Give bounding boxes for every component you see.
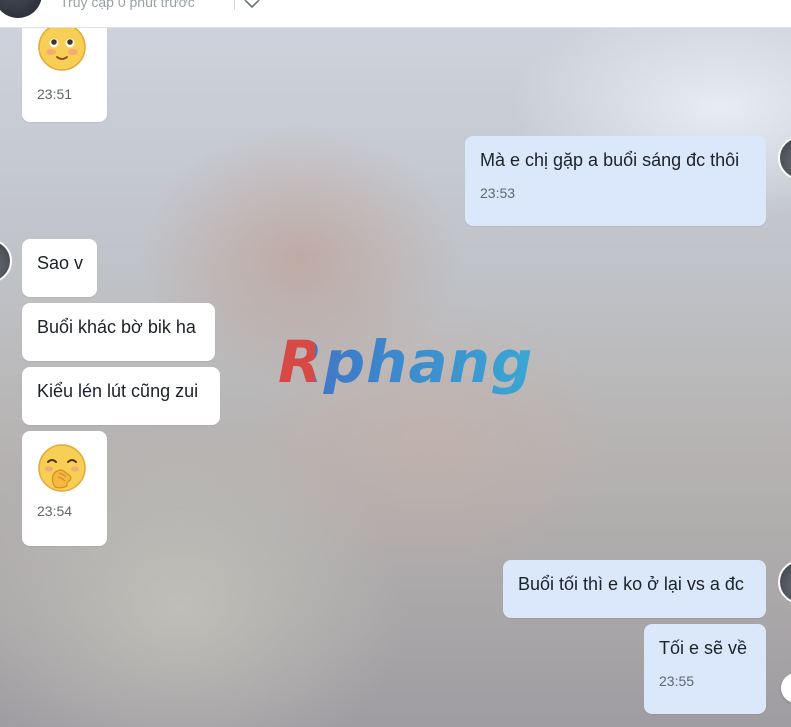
message-time: 23:51 (37, 86, 73, 102)
watermark-logo: Rphang (278, 328, 534, 396)
chat-header: Truy cập 0 phút trước (0, 0, 791, 28)
message-text: Kiểu lén lút cũng zui (37, 381, 199, 401)
message-bubble-incoming[interactable]: Kiểu lén lút cũng zui (22, 367, 220, 425)
message-bubble-outgoing[interactable]: Mà e chị gặp a buổi sáng đc thôi 23:53 (465, 136, 766, 226)
chat-area[interactable]: Rphang 23:51 Mà e chị gặp a buổi sáng đc… (0, 28, 791, 727)
blushing-face-emoji-icon (38, 28, 86, 71)
message-bubble-incoming[interactable]: Buổi khác bờ bik ha (22, 303, 215, 361)
contact-avatar-small[interactable] (0, 239, 12, 283)
seen-indicator (781, 673, 791, 703)
message-bubble-incoming[interactable]: Sao v (22, 239, 97, 297)
message-time: 23:53 (480, 185, 516, 201)
my-avatar[interactable] (778, 136, 791, 180)
message-bubble-outgoing[interactable]: Tối e sẽ về 23:55 (644, 624, 766, 714)
message-bubble-incoming[interactable]: 23:51 (22, 28, 107, 122)
message-bubble-incoming[interactable]: 23:54 (22, 431, 107, 546)
message-time: 23:54 (37, 503, 73, 519)
message-text: Tối e sẽ về (659, 638, 748, 658)
message-text: Buổi tối thì e ko ở lại vs a đc (518, 574, 744, 594)
hand-over-mouth-emoji-icon (38, 444, 86, 492)
header-divider (234, 0, 235, 10)
my-avatar[interactable] (778, 560, 791, 604)
last-active-status: Truy cập 0 phút trước (60, 0, 195, 10)
message-bubble-outgoing[interactable]: Buổi tối thì e ko ở lại vs a đc (503, 560, 766, 618)
contact-avatar[interactable] (0, 0, 42, 18)
message-time: 23:55 (659, 673, 695, 689)
message-text: Sao v (37, 253, 84, 273)
heart-icon[interactable] (243, 0, 261, 10)
message-text: Mà e chị gặp a buổi sáng đc thôi (480, 150, 740, 170)
message-text: Buổi khác bờ bik ha (37, 317, 196, 337)
